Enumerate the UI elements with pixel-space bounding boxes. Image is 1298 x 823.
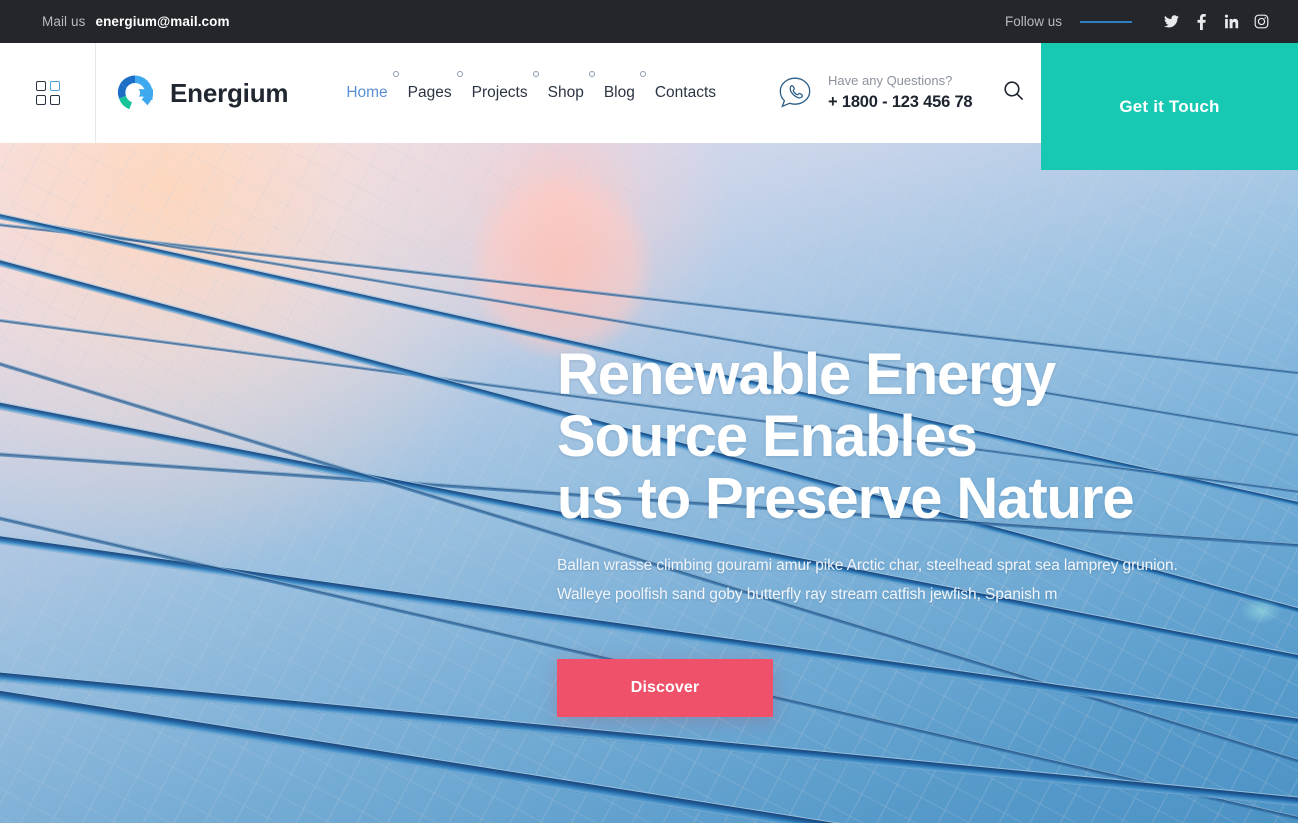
hero-title-line-1: Renewable Energy [557,342,1056,407]
twitter-icon[interactable] [1156,11,1186,33]
brand-name: Energium [170,77,289,108]
nav-item-home[interactable]: Home [336,71,399,102]
facebook-icon[interactable] [1186,11,1216,33]
nav-item-projects[interactable]: Projects [462,71,539,102]
brand-logo[interactable]: Energium [112,70,289,116]
nav-item-pages[interactable]: Pages [398,71,463,102]
discover-button-label: Discover [630,679,700,697]
nav-item-blog[interactable]: Blog [594,71,646,102]
header-contact-block[interactable]: Have any Questions? + 1800 - 123 456 78 [776,72,973,113]
discover-button[interactable]: Discover [557,659,773,718]
nav-label: Blog [603,84,635,101]
nav-dot-icon [392,71,399,77]
nav-dot-icon [588,71,595,77]
nav-label: Pages [407,84,452,101]
hero-paragraph-line-1: Ballan wrasse climbing gourami amur pike… [557,557,1178,575]
top-bar: Mail us energium@mail.com Follow us [0,0,1298,43]
contact-phone-number[interactable]: + 1800 - 123 456 78 [828,91,973,113]
contact-question: Have any Questions? [828,73,953,89]
nav-dot-icon [639,71,646,77]
main-navigation: Home Pages Projects Shop Blog Contacts [336,71,726,102]
nav-label: Projects [471,84,528,101]
nav-item-contacts[interactable]: Contacts [645,84,726,102]
hero-title-line-3: us to Preserve Nature [557,466,1135,532]
nav-label: Contacts [654,84,717,101]
hero-section: Renewable Energy Source Enables us to Pr… [0,143,1298,823]
get-in-touch-button[interactable]: Get it Touch [1041,43,1298,170]
hero-content: Renewable Energy Source Enables us to Pr… [557,342,1257,718]
energium-logo-icon [112,70,158,116]
search-button[interactable] [998,78,1028,108]
top-bar-social-block: Follow us [1005,11,1276,33]
nav-label: Home [346,84,388,101]
grid-menu-button[interactable] [0,43,96,143]
nav-label: Shop [547,84,584,101]
hero-title-line-2: Source Enables [557,404,978,470]
linkedin-icon[interactable] [1216,11,1246,33]
nav-item-shop[interactable]: Shop [538,71,595,102]
mail-address-link[interactable]: energium@mail.com [95,14,229,29]
follow-us-label: Follow us [1004,14,1062,29]
top-bar-mail-block: Mail us energium@mail.com [42,14,230,29]
nav-dot-icon [456,71,463,77]
phone-bubble-icon [776,74,814,112]
mail-us-label: Mail us [42,14,86,29]
hero-title: Renewable Energy Source Enables us to Pr… [557,342,1257,532]
instagram-icon[interactable] [1246,11,1276,33]
nav-dot-icon [532,71,539,77]
grid-menu-icon [35,81,60,105]
cta-label: Get it Touch [1119,96,1220,116]
search-icon [1003,80,1024,106]
hero-paragraph-line-2: Walleye poolfish sand goby butterfly ray… [557,586,1058,604]
divider-line [1080,20,1132,23]
hero-description: Ballan wrasse climbing gourami amur pike… [557,551,1257,609]
